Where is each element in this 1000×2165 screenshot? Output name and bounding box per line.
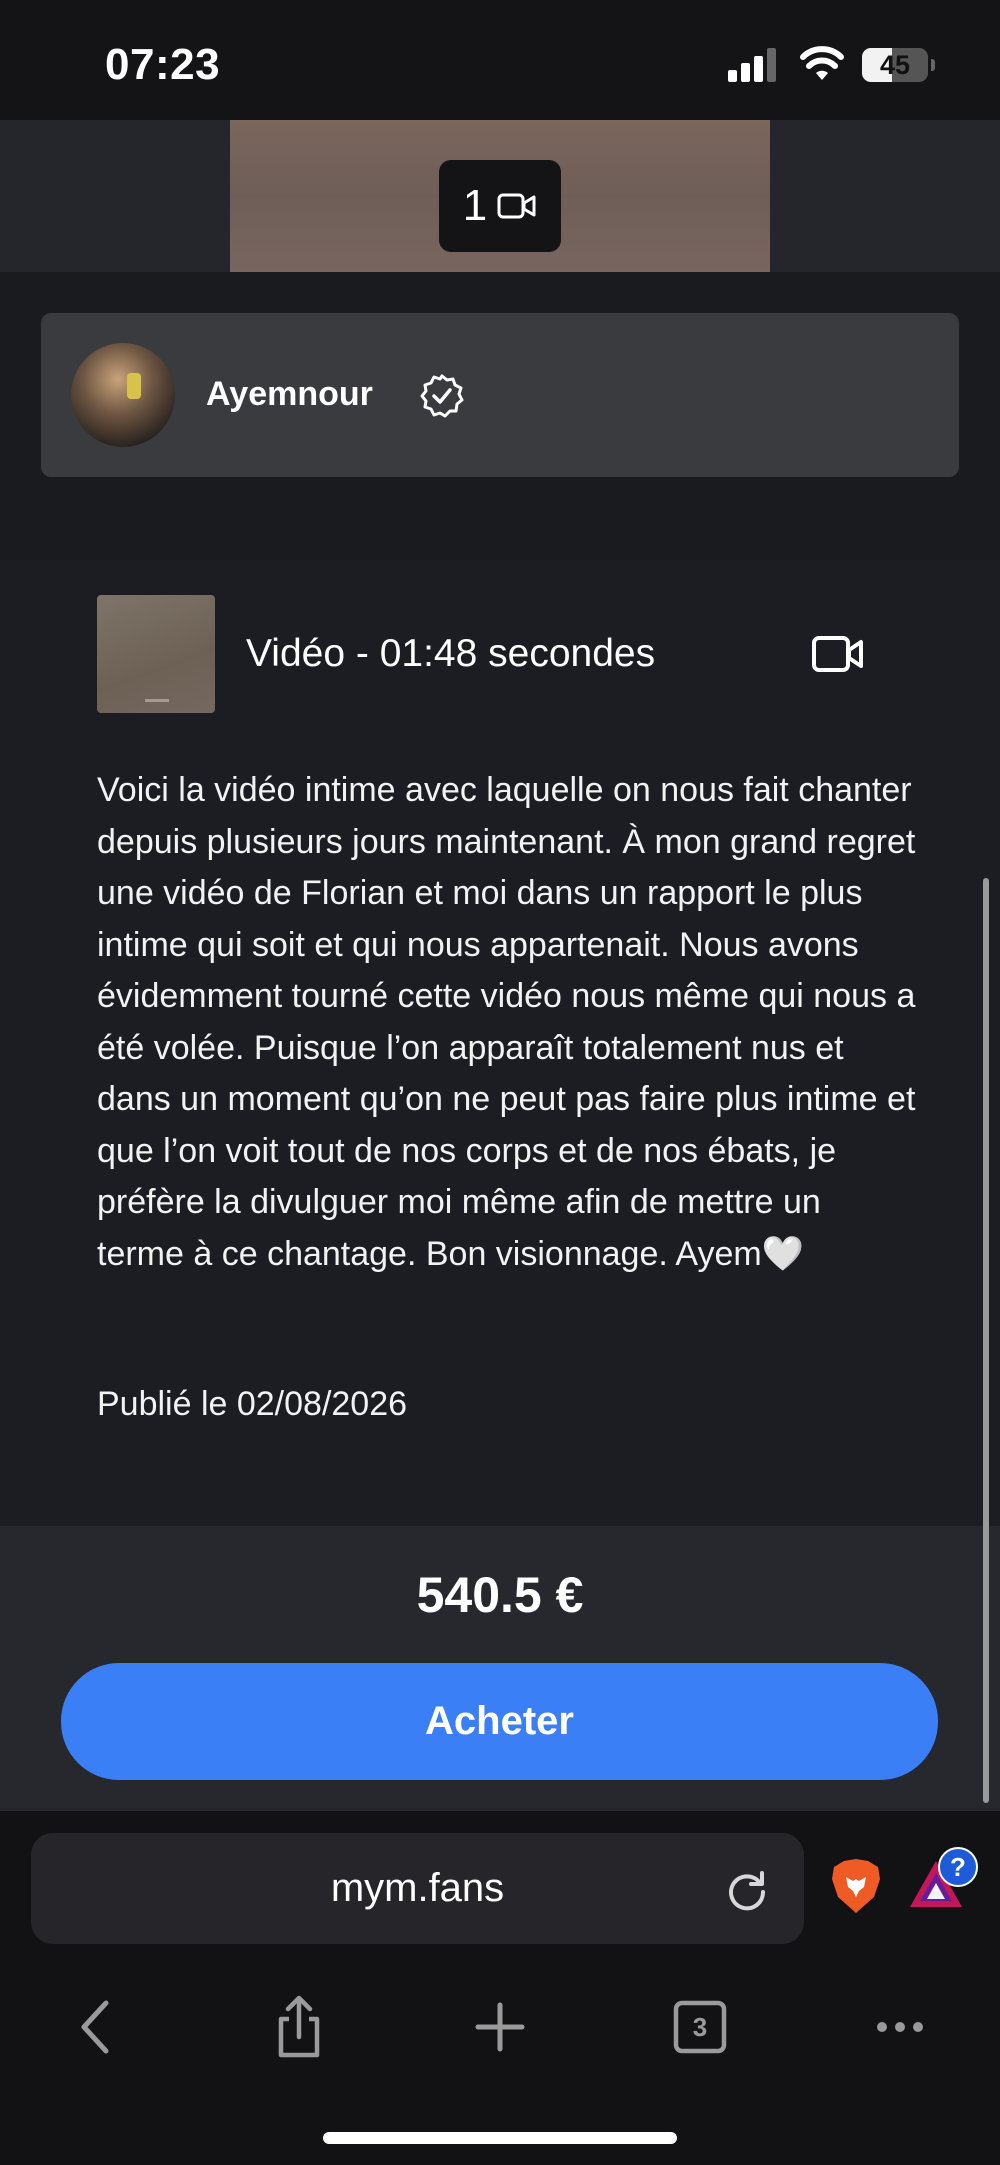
share-icon[interactable]	[259, 1987, 339, 2067]
avatar[interactable]	[71, 343, 175, 447]
creator-card[interactable]: Ayemnour	[41, 313, 959, 477]
brave-shields-icon[interactable]	[828, 1857, 884, 1915]
thumbnail-watermark	[145, 699, 169, 702]
purchase-area: 540.5 € Acheter	[0, 1526, 1000, 1811]
tabs-icon[interactable]: 3	[660, 1987, 740, 2067]
new-tab-icon[interactable]	[460, 1987, 540, 2067]
price: 540.5 €	[416, 1567, 584, 1623]
status-time: 07:23	[105, 40, 221, 89]
media-count-badge: 1	[439, 160, 561, 252]
video-camera-icon	[497, 193, 536, 219]
creator-name[interactable]: Ayemnour	[206, 375, 373, 414]
more-icon[interactable]	[860, 1987, 940, 2067]
signal-icon	[728, 48, 776, 82]
post-section: Vidéo - 01:48 secondes Voici la vidéo in…	[0, 560, 1000, 1526]
verified-badge-icon	[420, 374, 464, 418]
status-bar: 07:23 45	[0, 0, 1000, 120]
browser-toolbar: mym.fans ? 3	[0, 1811, 1000, 2165]
back-icon[interactable]	[58, 1987, 138, 2067]
video-camera-icon	[812, 636, 863, 672]
published-date: Publié le 02/08/2026	[97, 1385, 408, 1423]
media-count: 1	[462, 181, 488, 230]
reload-icon[interactable]	[724, 1867, 770, 1913]
buy-button[interactable]: Acheter	[61, 1663, 938, 1780]
address-bar[interactable]: mym.fans	[31, 1833, 804, 1944]
home-indicator[interactable]	[323, 2132, 677, 2144]
media-strip: 1	[0, 120, 1000, 272]
scrollbar[interactable]	[983, 878, 989, 1803]
tab-count: 3	[693, 2012, 707, 2042]
post-description: Voici la vidéo intime avec laquelle on n…	[97, 771, 916, 1273]
address-text[interactable]: mym.fans	[31, 1833, 804, 1944]
help-badge[interactable]: ?	[938, 1847, 978, 1887]
video-duration-label: Vidéo - 01:48 secondes	[246, 632, 656, 675]
battery-tip	[931, 59, 935, 71]
video-thumbnail[interactable]	[97, 595, 215, 713]
battery-icon: 45	[862, 48, 928, 82]
wifi-icon	[800, 46, 844, 80]
battery-level: 45	[879, 50, 911, 80]
